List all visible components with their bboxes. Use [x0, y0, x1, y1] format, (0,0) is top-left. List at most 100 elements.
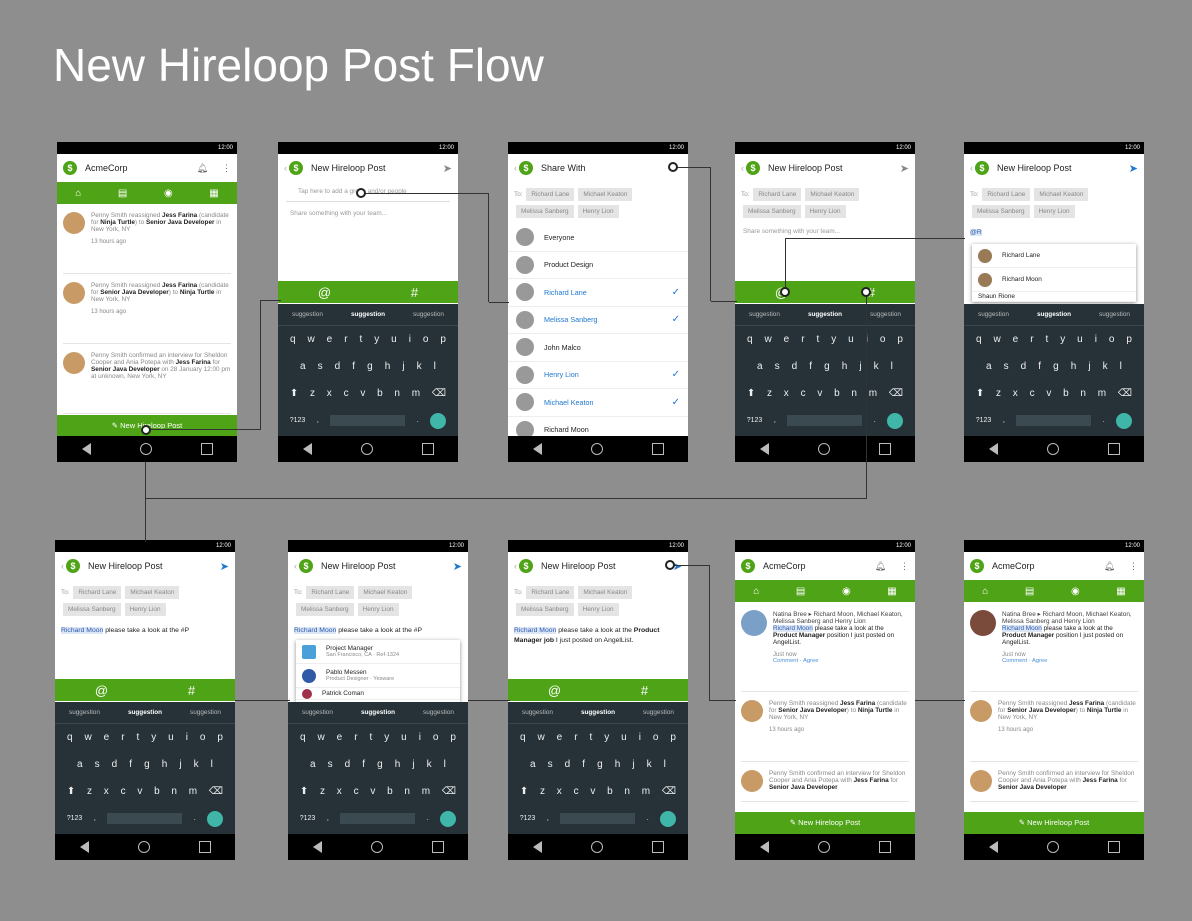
comment-link[interactable]: Comment	[1002, 658, 1027, 664]
key[interactable]: p	[440, 334, 446, 345]
recipients-field[interactable]: To: Richard Lane Michael KeatonMelissa Sa…	[55, 580, 235, 622]
key[interactable]: d	[792, 361, 798, 372]
key[interactable]: g	[597, 759, 603, 770]
key[interactable]: x	[1013, 388, 1018, 399]
key[interactable]: d	[565, 759, 571, 770]
bell-icon[interactable]: 🔔︎	[875, 561, 886, 572]
key[interactable]: y	[151, 732, 156, 743]
more-icon[interactable]: ⋮	[222, 163, 231, 174]
recipients-field[interactable]: To: Richard Lane Michael KeatonMelissa Sa…	[964, 182, 1144, 224]
key[interactable]: o	[653, 732, 659, 743]
key[interactable]: k	[647, 759, 652, 770]
key[interactable]: b	[607, 786, 613, 797]
key[interactable]: w	[764, 334, 771, 345]
key[interactable]: h	[395, 759, 401, 770]
key[interactable]: h	[615, 759, 621, 770]
key[interactable]: q	[520, 732, 526, 743]
comment-link[interactable]: Comment	[773, 658, 798, 664]
key[interactable]: s	[1004, 361, 1009, 372]
key[interactable]: b	[1063, 388, 1069, 399]
key[interactable]: z	[87, 786, 92, 797]
key[interactable]: t	[359, 334, 362, 345]
recents-icon[interactable]	[651, 443, 664, 455]
people-tab-icon[interactable]: ◉	[842, 586, 851, 597]
back-icon[interactable]	[532, 841, 542, 853]
key[interactable]: h	[842, 361, 848, 372]
recipients-field[interactable]: To: Richard Lane Michael KeatonMelissa Sa…	[735, 182, 915, 224]
key[interactable]: k	[194, 759, 199, 770]
key[interactable]: ⬆	[67, 786, 75, 797]
agree-link[interactable]: Agree	[1032, 658, 1047, 664]
space-key[interactable]	[1016, 415, 1092, 426]
mention-option[interactable]: Shaun Rione	[972, 292, 1136, 302]
key[interactable]: g	[377, 759, 383, 770]
space-key[interactable]	[330, 415, 406, 426]
calendar-tab-icon[interactable]: ▦	[1116, 586, 1125, 597]
key[interactable]: j	[179, 759, 181, 770]
key-row[interactable]: ?123,.	[735, 407, 915, 434]
send-icon[interactable]: ➤	[220, 560, 229, 573]
home-icon[interactable]	[137, 841, 150, 853]
key[interactable]: g	[824, 361, 830, 372]
key[interactable]: l	[434, 361, 436, 372]
key[interactable]: ⌫	[442, 786, 456, 797]
hashtag-option[interactable]: Pablo Messen Product Designer · Yesware	[296, 664, 460, 688]
key[interactable]: f	[1038, 361, 1041, 372]
at-key[interactable]: @	[548, 683, 561, 698]
key-row[interactable]: a s df g hj k l	[735, 353, 915, 380]
share-list-item[interactable]: John Malco	[508, 334, 688, 362]
key[interactable]: m	[412, 388, 420, 399]
key[interactable]: c	[354, 786, 359, 797]
hashtag-option[interactable]: Patrick Coman	[296, 688, 460, 700]
key[interactable]: y	[604, 732, 609, 743]
key-row[interactable]: ?123,.	[55, 805, 235, 832]
back-icon[interactable]	[79, 841, 89, 853]
key[interactable]: q	[976, 334, 982, 345]
key[interactable]: b	[154, 786, 160, 797]
share-list-item[interactable]: Everyone	[508, 224, 688, 252]
key[interactable]: n	[851, 388, 857, 399]
feed-item[interactable]: Penny Smith confirmed an interview for S…	[741, 762, 909, 802]
key[interactable]: b	[834, 388, 840, 399]
home-tab-icon[interactable]: ⌂	[753, 586, 759, 597]
key[interactable]: s	[548, 759, 553, 770]
key[interactable]: x	[104, 786, 109, 797]
key[interactable]: m	[422, 786, 430, 797]
recipients-field[interactable]: To: Richard Lane Michael KeatonMelissa Sa…	[288, 580, 468, 622]
back-icon[interactable]	[759, 841, 769, 853]
key[interactable]: ⌫	[209, 786, 223, 797]
key[interactable]: n	[171, 786, 177, 797]
key[interactable]: w	[84, 732, 91, 743]
key-row[interactable]: qw er t y u i op	[55, 724, 235, 751]
key[interactable]: g	[144, 759, 150, 770]
key[interactable]: o	[1109, 334, 1115, 345]
key[interactable]: j	[632, 759, 634, 770]
space-key[interactable]	[107, 813, 183, 824]
key[interactable]: i	[409, 334, 411, 345]
key-row[interactable]: qw er t y u i op	[278, 326, 458, 353]
key-row[interactable]: a s df g hj k l	[278, 353, 458, 380]
docs-tab-icon[interactable]: ▤	[1025, 586, 1034, 597]
people-tab-icon[interactable]: ◉	[164, 188, 173, 199]
key[interactable]: i	[1095, 334, 1097, 345]
key[interactable]: c	[121, 786, 126, 797]
key[interactable]: y	[831, 334, 836, 345]
key[interactable]: k	[427, 759, 432, 770]
key[interactable]: z	[320, 786, 325, 797]
back-icon[interactable]	[988, 841, 998, 853]
key[interactable]: a	[77, 759, 83, 770]
key[interactable]: a	[530, 759, 536, 770]
home-icon[interactable]	[360, 443, 373, 455]
key[interactable]: ⬆	[520, 786, 528, 797]
key[interactable]: f	[352, 361, 355, 372]
key[interactable]: e	[1013, 334, 1019, 345]
feed-item-new-post[interactable]: Natina Bree ▸ Richard Moon, Michael Keat…	[741, 602, 909, 692]
bell-icon[interactable]: 🔔︎	[197, 163, 208, 174]
key[interactable]: x	[784, 388, 789, 399]
key[interactable]: e	[337, 732, 343, 743]
key[interactable]: m	[1098, 388, 1106, 399]
key[interactable]: o	[880, 334, 886, 345]
key[interactable]: u	[1077, 334, 1083, 345]
key[interactable]: z	[767, 388, 772, 399]
key[interactable]: r	[121, 732, 124, 743]
